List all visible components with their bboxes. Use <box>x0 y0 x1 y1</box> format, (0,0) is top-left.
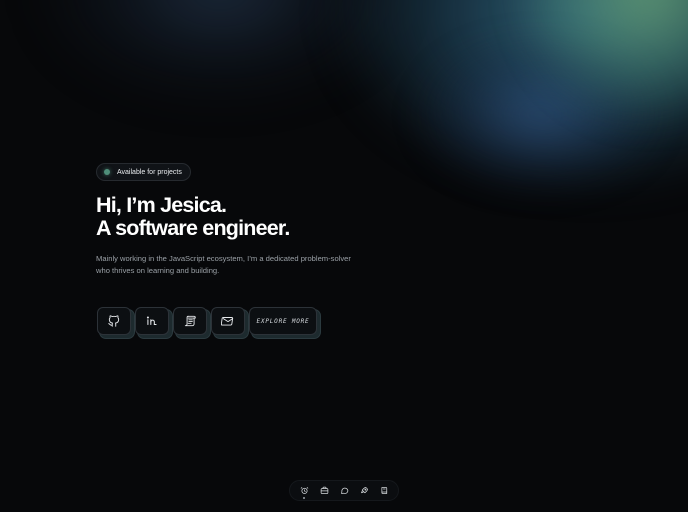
dock-item-projects[interactable] <box>356 483 372 499</box>
chat-icon <box>340 487 348 494</box>
rocket-icon <box>360 487 368 494</box>
hero-section: Available for projects Hi, I’m Jesica. A… <box>96 162 416 277</box>
linkedin-icon <box>146 316 157 326</box>
action-keys: EXPLORE MORE <box>97 307 317 335</box>
dock-item-work[interactable] <box>316 483 332 499</box>
resume-button[interactable] <box>173 307 207 335</box>
book-icon <box>381 487 387 494</box>
briefcase-icon <box>320 486 328 494</box>
linkedin-button[interactable] <box>135 307 169 335</box>
mail-icon <box>221 317 234 326</box>
resume-scroll-icon <box>184 315 196 327</box>
explore-more-button[interactable]: EXPLORE MORE <box>249 307 317 335</box>
availability-badge: Available for projects <box>96 163 191 181</box>
github-button[interactable] <box>97 307 131 335</box>
bottom-dock <box>289 480 399 501</box>
background-glow-green <box>520 0 688 120</box>
github-icon <box>108 315 120 327</box>
dock-item-home[interactable] <box>296 483 312 499</box>
hero-title-line-2: A software engineer. <box>96 216 290 240</box>
background-glow-blue <box>420 40 660 190</box>
mail-button[interactable] <box>211 307 245 335</box>
availability-label: Available for projects <box>117 168 182 176</box>
page: Available for projects Hi, I’m Jesica. A… <box>0 0 688 512</box>
dock-item-contact[interactable] <box>336 483 352 499</box>
status-dot-icon <box>104 169 110 175</box>
hero-title-line-1: Hi, I’m Jesica. <box>96 193 227 217</box>
home-icon <box>300 487 308 494</box>
hero-title: Hi, I’m Jesica. A software engineer. <box>96 194 416 240</box>
hero-description: Mainly working in the JavaScript ecosyst… <box>96 254 351 275</box>
active-indicator <box>303 496 305 499</box>
background-glow-left <box>40 0 400 100</box>
dock-item-blog[interactable] <box>376 483 392 499</box>
